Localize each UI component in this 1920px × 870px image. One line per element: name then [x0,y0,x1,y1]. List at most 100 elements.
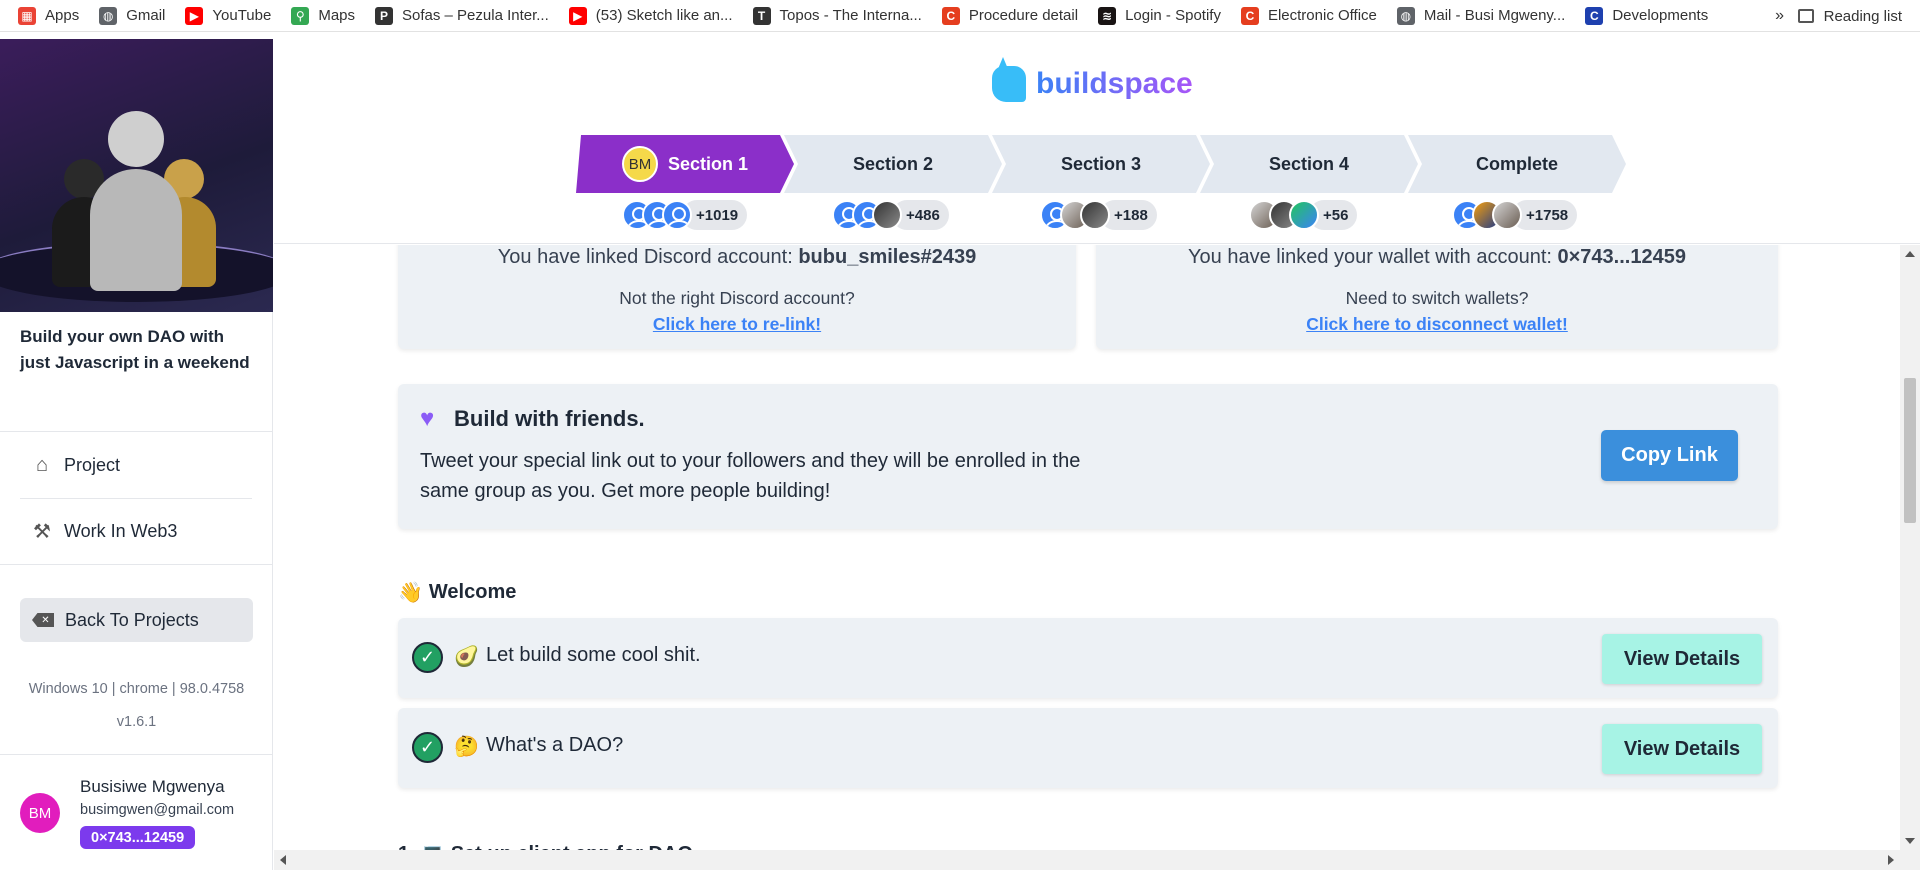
complete-members: +1758 [1452,198,1578,232]
member-avatar [662,200,692,230]
bookmark-item[interactable]: T Topos - The Interna... [752,6,922,25]
bookmark-item[interactable]: ▶ YouTube [185,6,272,25]
page-header: buildspace BM Section 1 Section 2 Sectio… [274,39,1920,244]
section-3-members: +188 [1040,198,1157,232]
tab-complete-label: Complete [1475,153,1558,174]
tab-section-3-label: Section 3 [1060,153,1142,174]
sidebar: Build your own DAO with just Javascript … [0,39,273,870]
friends-title-text: Build with friends. [454,406,645,431]
vertical-scrollbar[interactable] [1900,245,1920,850]
system-info-text: Windows 10 | chrome | 98.0.4758 [28,681,245,697]
bookmark-label: (53) Sketch like an... [595,7,733,24]
system-info: Windows 10 | chrome | 98.0.4758 v1.6.1 [0,673,273,739]
bookmark-item[interactable]: ≋ Login - Spotify [1098,6,1221,25]
member-avatar [872,200,902,230]
section-1-members: +1019 [622,198,748,232]
bookmark-label: YouTube [212,7,272,24]
discord-relink-link[interactable]: Click here to re-link! [398,314,1076,335]
nav-project[interactable]: ⌂ Project [20,432,252,498]
maps-pin-icon: ⚲ [291,6,310,25]
discord-question: Not the right Discord account? [619,288,855,308]
backspace-icon: ✕ [32,613,54,627]
youtube-icon: ▶ [568,6,587,25]
tab-section-1-label: Section 1 [667,153,749,174]
reading-list-label: Reading list [1823,7,1902,25]
bookmark-item[interactable]: ▶ (53) Sketch like an... [568,6,733,25]
scrollbar-thumb[interactable] [1904,378,1916,523]
view-details-button[interactable]: View Details [1602,634,1762,684]
scroll-up-arrow-icon[interactable] [1905,251,1915,257]
tab-section-4[interactable]: Section 4 [1200,135,1418,193]
horizontal-scrollbar[interactable] [274,850,1920,870]
discord-card: You have linked Discord account: bubu_sm… [398,245,1076,349]
scroll-down-arrow-icon[interactable] [1905,838,1915,844]
section-2-members: +486 [832,198,949,232]
lesson-title: What's a DAO? [486,734,624,756]
project-hero-image [0,39,273,312]
bookmark-label: Login - Spotify [1125,7,1221,24]
office-icon: C [1240,6,1259,25]
completed-check-icon: ✓ [412,642,443,673]
main-content: You have linked Discord account: bubu_sm… [274,245,1900,850]
user-avatar[interactable]: BM [20,793,60,833]
bookmark-label: Mail - Busi Mgweny... [1423,7,1566,24]
bookmark-item[interactable]: P Sofas – Pezula Inter... [375,6,549,25]
bookmarks-overflow-chevron-icon[interactable]: » [1775,7,1784,25]
bookmark-item[interactable]: ▦ Apps [18,6,80,25]
friends-title: ♥ Build with friends. [420,406,645,432]
globe-icon: ◍ [99,6,118,25]
bookmark-item[interactable]: ⚲ Maps [291,6,355,25]
back-to-projects-button[interactable]: ✕ Back To Projects [20,598,253,642]
copy-link-button[interactable]: Copy Link [1601,430,1738,481]
bookmark-label: Electronic Office [1267,7,1377,24]
bookmark-item[interactable]: C Procedure detail [941,6,1078,25]
lesson-row: ✓ 🤔 What's a DAO? View Details [398,708,1778,788]
back-to-projects-label: Back To Projects [65,609,199,630]
wallet-question: Need to switch wallets? [1345,288,1529,308]
bookmarks-bar: ▦ Apps ◍ Gmail ▶ YouTube ⚲ Maps P Sofas – Pezula … [0,0,1920,32]
heart-icon: ♥ [420,405,435,432]
reading-list-icon [1797,9,1814,23]
bookmark-label: Apps [45,7,80,24]
buildspace-logo[interactable]: buildspace [992,57,1193,102]
welcome-heading-text: Welcome [428,581,517,603]
lesson-row: ✓ 🥑 Let build some cool shit. View Detai… [398,618,1778,698]
view-details-button[interactable]: View Details [1602,724,1762,774]
bookmark-item[interactable]: C Developments [1585,6,1709,25]
scroll-right-arrow-icon[interactable] [1888,855,1894,865]
discord-account: bubu_smiles#2439 [798,246,977,268]
bookmark-item[interactable]: ◍ Mail - Busi Mgweny... [1396,6,1566,25]
scroll-left-arrow-icon[interactable] [280,855,286,865]
tab-section-2[interactable]: Section 2 [784,135,1002,193]
disconnect-wallet-link[interactable]: Click here to disconnect wallet! [1096,314,1778,335]
user-name: Busisiwe Mgwenya [80,777,225,796]
tab-section-1[interactable]: BM Section 1 [576,135,794,193]
nav-project-label: Project [64,454,121,475]
app-version: v1.6.1 [116,714,157,730]
developments-icon: C [1585,6,1604,25]
youtube-icon: ▶ [185,6,204,25]
hammer-icon: ⚒ [33,521,51,543]
spotify-icon: ≋ [1098,6,1117,25]
tab-section-4-label: Section 4 [1268,153,1350,174]
nav-work-in-web3[interactable]: ⚒ Work In Web3 [20,498,252,564]
logo-text: buildspace [1036,67,1193,100]
member-avatar [1080,200,1110,230]
wallet-card: You have linked your wallet with account… [1096,245,1778,349]
apps-grid-icon: ▦ [18,6,36,25]
bookmark-label: Developments [1612,7,1709,24]
bookmark-item[interactable]: C Electronic Office [1240,6,1377,25]
bookmark-label: Gmail [126,7,166,24]
globe-icon: ◍ [1396,6,1415,25]
bookmark-label: Topos - The Interna... [779,7,922,24]
reading-list-button[interactable]: Reading list [1797,0,1902,32]
bookmark-item[interactable]: ◍ Gmail [99,6,166,25]
tab-section-3[interactable]: Section 3 [992,135,1210,193]
tab-complete[interactable]: Complete [1408,135,1626,193]
next-section-heading: 1. 💻 Set up client app for DAO [398,841,693,850]
topos-icon: T [752,6,771,25]
member-avatar [1492,200,1522,230]
unicorn-icon [992,57,1026,102]
lesson-title: Let build some cool shit. [486,644,701,666]
section-4-members: +56 [1249,198,1358,232]
